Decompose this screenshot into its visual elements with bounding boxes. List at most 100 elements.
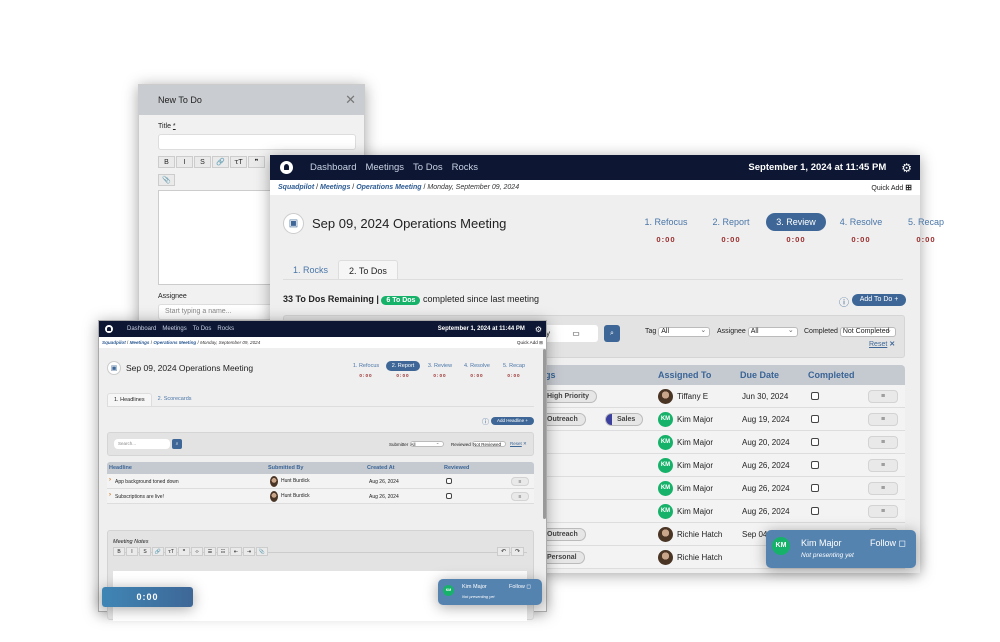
notes-toolbar-button[interactable]: ꚍT [165, 547, 177, 556]
row-menu-button[interactable]: ≡ [868, 459, 898, 472]
reviewed-checkbox[interactable] [446, 493, 452, 499]
nav-rocks[interactable]: Rocks [217, 326, 234, 332]
row-menu-button[interactable]: ≡ [511, 477, 529, 486]
search-input[interactable]: Search... [114, 439, 170, 449]
column-header[interactable]: Due Date [740, 370, 779, 380]
step-3[interactable]: 3. Review 0:00 [423, 361, 457, 378]
step-4[interactable]: 4. Resolve 0:00 [460, 361, 494, 378]
column-header[interactable]: Assigned To [658, 370, 711, 380]
nav-dashboard[interactable]: Dashboard [310, 162, 356, 173]
tag[interactable]: Sales [605, 413, 644, 426]
notes-toolbar-button[interactable]: I [126, 547, 138, 556]
undo-icon[interactable]: ↶ [497, 547, 510, 556]
completed-select[interactable]: Not Completed [839, 326, 896, 337]
tab-2[interactable]: 2. Scorecards [152, 393, 198, 406]
completed-checkbox[interactable] [811, 484, 819, 492]
gear-icon[interactable]: ⚙ [901, 161, 912, 175]
step-5[interactable]: 5. Recap 0:00 [497, 361, 531, 378]
logo-icon[interactable] [278, 159, 295, 176]
toolbar-button[interactable]: I [176, 156, 193, 168]
toolbar-button[interactable]: ꚍT [230, 156, 247, 168]
completed-checkbox[interactable] [811, 438, 819, 446]
attach-icon[interactable]: 📎 [158, 174, 175, 186]
row-menu-button[interactable]: ≡ [868, 505, 898, 518]
toolbar-button[interactable]: ❞ [248, 156, 265, 168]
step-label[interactable]: 3. Review [423, 361, 457, 371]
reviewed-select[interactable]: Not Reviewed [472, 440, 507, 447]
notes-toolbar-button[interactable]: ❞ [178, 547, 190, 556]
completed-checkbox[interactable] [811, 415, 819, 423]
follow-toggle[interactable]: Follow ◻ [870, 538, 906, 549]
column-header[interactable]: Created At [367, 465, 395, 471]
follow-toggle[interactable]: Follow ◻ [509, 584, 531, 590]
tab-1[interactable]: 1. Headlines [107, 393, 152, 406]
breadcrumb-link[interactable]: Operations Meeting [356, 184, 421, 191]
help-icon[interactable]: ⓘ [839, 294, 849, 309]
step-1[interactable]: 1. Refocus 0:00 [349, 361, 383, 378]
step-label[interactable]: 3. Review [766, 213, 826, 231]
step-label[interactable]: 1. Refocus [636, 213, 696, 231]
notes-toolbar-button[interactable]: B [113, 547, 125, 556]
nav-to-dos[interactable]: To Dos [413, 162, 443, 173]
column-header[interactable]: Completed [808, 370, 855, 380]
step-1[interactable]: 1. Refocus 0:00 [636, 213, 696, 244]
step-3[interactable]: 3. Review 0:00 [766, 213, 826, 244]
toolbar-button[interactable]: S [194, 156, 211, 168]
notes-toolbar-button[interactable]: ⇥ [243, 547, 255, 556]
step-label[interactable]: 4. Resolve [831, 213, 891, 231]
quick-add-button[interactable]: Quick Add ⊞ [871, 183, 912, 192]
notes-toolbar-button[interactable]: 🔗 [152, 547, 164, 556]
title-input[interactable] [158, 134, 356, 150]
row-menu-button[interactable]: ≡ [511, 492, 529, 501]
reviewed-checkbox[interactable] [446, 478, 452, 484]
expand-chevron-icon[interactable]: › [109, 477, 111, 483]
notes-toolbar-button[interactable]: ⇤ [230, 547, 242, 556]
help-icon[interactable]: ⓘ [482, 417, 489, 427]
step-label[interactable]: 5. Recap [497, 361, 531, 371]
nav-rocks[interactable]: Rocks [452, 162, 478, 173]
search-button[interactable]: ⌕ [172, 439, 182, 449]
row-menu-button[interactable]: ≡ [868, 436, 898, 449]
step-label[interactable]: 2. Report [701, 213, 761, 231]
close-icon[interactable]: ✕ [345, 92, 356, 108]
column-header[interactable]: Reviewed [444, 465, 469, 471]
notes-toolbar-button[interactable]: S [139, 547, 151, 556]
reset-link[interactable]: Reset ✕ [869, 340, 895, 348]
scrollbar[interactable] [543, 349, 546, 519]
submitter-select[interactable]: All [409, 440, 444, 447]
breadcrumb-link[interactable]: Squadpilot [278, 184, 314, 191]
step-label[interactable]: 5. Recap [896, 213, 956, 231]
step-2[interactable]: 2. Report 0:00 [701, 213, 761, 244]
search-button[interactable]: ⌕ [604, 325, 620, 342]
column-header[interactable]: Submitted By [268, 465, 303, 471]
completed-checkbox[interactable] [811, 461, 819, 469]
gear-icon[interactable]: ⚙ [535, 325, 542, 334]
notes-toolbar-button[interactable]: ☷ [217, 547, 229, 556]
notes-toolbar-button[interactable]: ‹› [191, 547, 203, 556]
breadcrumb-link[interactable]: Squadpilot [102, 340, 126, 345]
tab-2[interactable]: 2. To Dos [338, 260, 398, 279]
quick-add-button[interactable]: Quick Add ⊞ [517, 340, 543, 346]
completed-checkbox[interactable] [811, 392, 819, 400]
completed-checkbox[interactable] [811, 507, 819, 515]
step-label[interactable]: 4. Resolve [460, 361, 494, 371]
tab-1[interactable]: 1. Rocks [283, 260, 338, 279]
step-2[interactable]: 2. Report 0:00 [386, 361, 420, 378]
row-menu-button[interactable]: ≡ [868, 390, 898, 403]
step-label[interactable]: 1. Refocus [349, 361, 383, 371]
logo-icon[interactable] [103, 323, 115, 335]
breadcrumb-link[interactable]: Operations Meeting [153, 340, 196, 345]
assignee-select[interactable]: All [747, 326, 798, 337]
step-5[interactable]: 5. Recap 0:00 [896, 213, 956, 244]
add-headline-button[interactable]: Add Headline + [491, 417, 534, 425]
nav-meetings[interactable]: Meetings [365, 162, 404, 173]
toolbar-button[interactable]: 🔗 [212, 156, 229, 168]
notes-toolbar-button[interactable]: 📎 [256, 547, 268, 556]
expand-chevron-icon[interactable]: › [109, 492, 111, 498]
toolbar-button[interactable]: B [158, 156, 175, 168]
step-label[interactable]: 2. Report [386, 361, 420, 371]
redo-icon[interactable]: ↷ [511, 547, 524, 556]
nav-meetings[interactable]: Meetings [162, 326, 186, 332]
reset-link[interactable]: Reset ✕ [510, 441, 527, 447]
tag-select[interactable]: All [658, 326, 711, 337]
